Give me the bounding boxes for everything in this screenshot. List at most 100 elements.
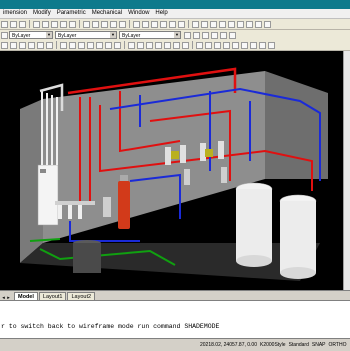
polyline-icon[interactable] — [10, 41, 17, 49]
separator-unit — [103, 197, 111, 217]
chevron-down-icon: ▼ — [110, 32, 116, 38]
calculator-icon[interactable] — [178, 20, 185, 28]
command-window[interactable]: r to switch back to wireframe mode run c… — [0, 300, 350, 339]
save-icon[interactable] — [19, 20, 26, 28]
layer-combo[interactable]: ByLayer ▼ — [9, 31, 53, 39]
toolbar-separator — [56, 41, 57, 49]
fillet-icon[interactable] — [128, 41, 135, 49]
mirror-icon[interactable] — [87, 41, 94, 49]
pipe-icon[interactable] — [196, 41, 203, 49]
vessel-cap — [120, 175, 128, 181]
boiler-unit — [37, 164, 59, 226]
line-icon[interactable] — [1, 41, 8, 49]
menu-dimension[interactable]: imension — [0, 9, 30, 18]
array-icon[interactable] — [146, 41, 153, 49]
offset-icon[interactable] — [96, 41, 103, 49]
tank-icon[interactable] — [232, 41, 239, 49]
plot-style-icon[interactable] — [184, 31, 191, 39]
iso-view-icon[interactable] — [268, 41, 275, 49]
pan-icon[interactable] — [101, 20, 108, 28]
linetype-combo[interactable]: ByLayer ▼ — [55, 31, 117, 39]
copy-icon[interactable] — [60, 20, 67, 28]
design-center-icon[interactable] — [142, 20, 149, 28]
boiler-display — [40, 169, 46, 173]
preview-icon[interactable] — [42, 20, 49, 28]
valve-icon[interactable] — [205, 41, 212, 49]
drawing-viewport[interactable] — [0, 51, 343, 290]
3d-view-icon[interactable] — [259, 41, 266, 49]
dimstyle-label: K2000Style — [260, 342, 286, 348]
scale-icon[interactable] — [78, 41, 85, 49]
properties-icon[interactable] — [133, 20, 140, 28]
storage-tank-2 — [280, 201, 316, 273]
chamfer-icon[interactable] — [137, 41, 144, 49]
tool-palette-icon[interactable] — [151, 20, 158, 28]
storage-tank-1 — [236, 189, 272, 261]
toolbar-separator — [79, 20, 80, 28]
menu-modify[interactable]: Modify — [30, 9, 54, 18]
ortho-toggle[interactable]: ORTHO — [329, 342, 347, 348]
block-icon[interactable] — [210, 20, 217, 28]
lineweight-combo[interactable]: ByLayer ▼ — [119, 31, 181, 39]
hatch-icon[interactable] — [219, 20, 226, 28]
storage-tank-2-bottom — [280, 267, 316, 279]
rectangle-icon[interactable] — [37, 41, 44, 49]
circle-icon[interactable] — [19, 41, 26, 49]
snap-toggle[interactable]: SNAP — [312, 342, 326, 348]
expansion-vessel — [118, 181, 130, 229]
pump-icon[interactable] — [214, 41, 221, 49]
stretch-icon[interactable] — [164, 41, 171, 49]
open-file-icon[interactable] — [10, 20, 17, 28]
toolbar-separator — [188, 20, 189, 28]
render-icon[interactable] — [246, 20, 253, 28]
move-icon[interactable] — [60, 41, 67, 49]
break-icon[interactable] — [173, 41, 180, 49]
cut-icon[interactable] — [51, 20, 58, 28]
dimension-icon[interactable] — [237, 20, 244, 28]
join-icon[interactable] — [182, 41, 189, 49]
zoom-icon[interactable] — [110, 20, 117, 28]
ucs-icon[interactable] — [211, 31, 218, 39]
zoom-window-icon[interactable] — [119, 20, 126, 28]
paste-icon[interactable] — [69, 20, 76, 28]
menu-help[interactable]: Help — [152, 9, 170, 18]
print-icon[interactable] — [33, 20, 40, 28]
text-icon[interactable] — [228, 20, 235, 28]
new-file-icon[interactable] — [1, 20, 8, 28]
boiler-icon[interactable] — [241, 41, 248, 49]
match-properties-icon[interactable] — [201, 20, 208, 28]
layer-icon[interactable] — [192, 20, 199, 28]
color-swatch-icon[interactable] — [1, 31, 8, 39]
markup-icon[interactable] — [169, 20, 176, 28]
chevron-down-icon: ▼ — [174, 32, 180, 38]
storage-tank-1-bottom — [236, 255, 272, 267]
standard-toolbar — [0, 19, 350, 30]
title-bar — [0, 0, 350, 9]
help-icon[interactable] — [255, 20, 262, 28]
fitting-icon[interactable] — [223, 41, 230, 49]
menu-parametric[interactable]: Parametric — [54, 9, 89, 18]
menu-mechanical[interactable]: Mechanical — [89, 9, 125, 18]
polygon-icon[interactable] — [46, 41, 53, 49]
orbit-icon[interactable] — [229, 31, 236, 39]
vertical-scrollbar[interactable] — [343, 51, 350, 290]
boiler-room-3d-model — [0, 51, 343, 290]
undo-icon[interactable] — [83, 20, 90, 28]
toolbar-separator — [192, 41, 193, 49]
snap-icon[interactable] — [202, 31, 209, 39]
sheet-set-icon[interactable] — [160, 20, 167, 28]
shade-icon[interactable] — [250, 41, 257, 49]
view-icon[interactable] — [220, 31, 227, 39]
arc-icon[interactable] — [28, 41, 35, 49]
settings-icon[interactable] — [264, 20, 271, 28]
toolbar-separator — [29, 20, 30, 28]
redo-icon[interactable] — [92, 20, 99, 28]
grid-icon[interactable] — [193, 31, 200, 39]
extend-icon[interactable] — [114, 41, 121, 49]
trim-icon[interactable] — [105, 41, 112, 49]
toolbar-separator — [129, 20, 130, 28]
menu-window[interactable]: Window — [125, 9, 152, 18]
explode-icon[interactable] — [155, 41, 162, 49]
rotate-icon[interactable] — [69, 41, 76, 49]
draw-toolbar — [0, 40, 350, 51]
